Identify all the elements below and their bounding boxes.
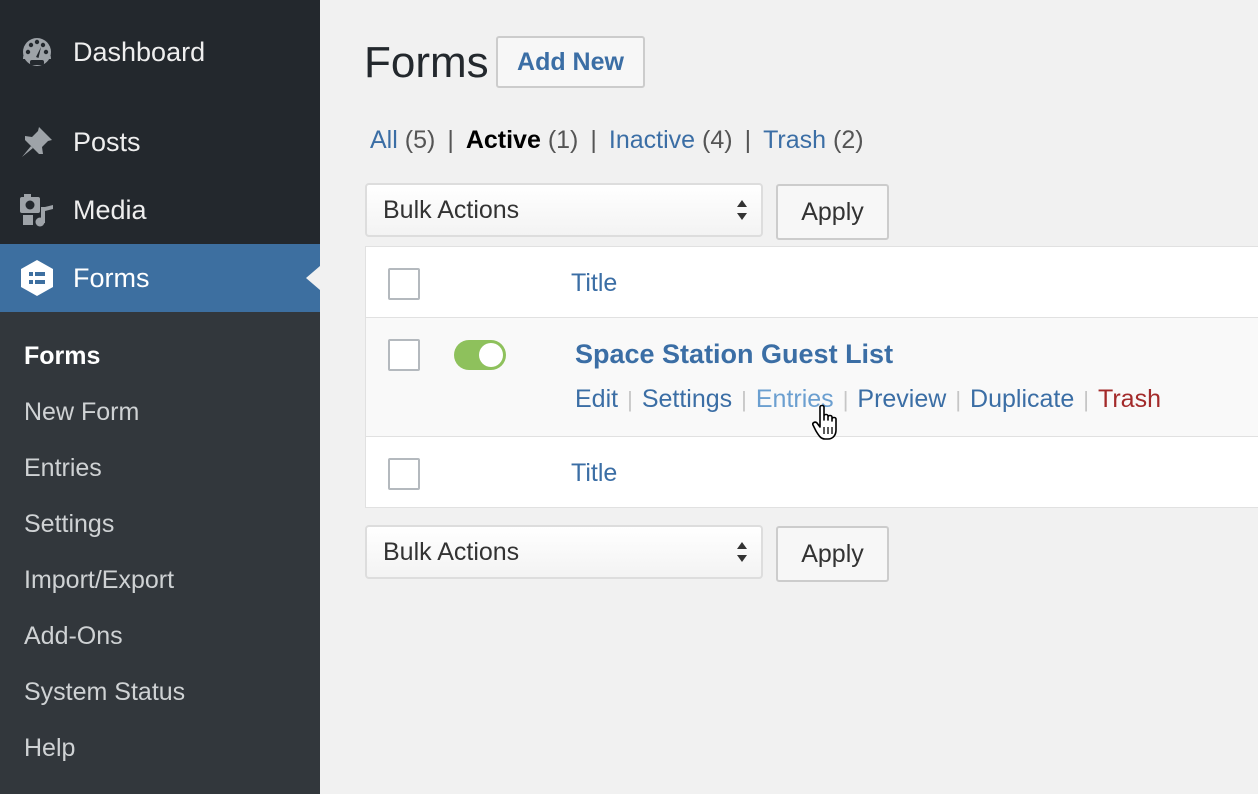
menu-item-forms[interactable]: Forms [0,244,320,312]
submenu-item-new-form[interactable]: New Form [24,398,139,427]
separator: | [744,126,752,154]
filter-label: Inactive [608,126,696,154]
trash-link[interactable]: Trash [1098,385,1161,413]
table-header-row: Title [366,247,1258,318]
submenu-item-help[interactable]: Help [24,734,75,763]
filter-count: (1) [547,126,579,154]
toggle-knob [479,343,503,367]
add-new-button[interactable]: Add New [496,36,645,88]
bulk-actions-value: Bulk Actions [383,195,520,224]
separator: | [627,387,633,412]
bulk-actions-select[interactable]: Bulk Actions [365,183,763,237]
filter-label: Active [465,126,541,154]
current-menu-arrow [306,266,320,290]
active-toggle[interactable] [454,340,506,370]
filter-active-link[interactable]: Active (1) [466,126,579,154]
forms-icon [18,259,56,297]
title-column-footer[interactable]: Title [571,459,617,488]
select-arrows-icon [737,542,747,562]
duplicate-link[interactable]: Duplicate [970,385,1074,413]
separator: | [1083,387,1089,412]
bulk-actions-value: Bulk Actions [383,537,520,566]
form-title-link[interactable]: Space Station Guest List [575,339,893,370]
separator: | [447,126,454,154]
select-all-checkbox[interactable] [388,268,420,300]
page-title: Forms [364,38,489,87]
row-checkbox[interactable] [388,339,420,371]
menu-item-posts[interactable]: Posts [0,108,320,176]
menu-item-label: Forms [73,262,150,293]
apply-button[interactable]: Apply [776,184,889,240]
filter-label: All [370,126,398,154]
preview-link[interactable]: Preview [857,385,946,413]
admin-sidebar: Dashboard Posts Media Forms Forms New Fo… [0,0,320,794]
bulk-actions-select-bottom[interactable]: Bulk Actions [365,525,763,579]
submenu-item-system-status[interactable]: System Status [24,678,185,707]
filter-inactive-link[interactable]: Inactive (4) [609,126,733,154]
submenu-item-add-ons[interactable]: Add-Ons [24,622,123,651]
filter-label: Trash [763,126,827,154]
submenu-item-entries[interactable]: Entries [24,454,102,483]
menu-item-label: Media [73,194,147,225]
dashboard-icon [18,33,56,71]
submenu-item-forms[interactable]: Forms [24,342,100,371]
menu-item-media[interactable]: Media [0,176,320,244]
menu-item-label: Dashboard [73,36,206,67]
filter-all-link[interactable]: All (5) [370,126,435,154]
status-filter-links: All (5) | Active (1) | Inactive (4) | Trash (2… [370,126,864,155]
apply-button-bottom[interactable]: Apply [776,526,889,582]
row-actions: Edit | Settings | Entries | Preview | Duplicate |… [575,385,1161,414]
hand-cursor-icon [812,404,837,440]
filter-count: (5) [404,126,436,154]
select-all-checkbox-footer[interactable] [388,458,420,490]
title-column-header[interactable]: Title [571,269,617,298]
submenu-item-import-export[interactable]: Import/Export [24,566,174,595]
menu-item-dashboard[interactable]: Dashboard [0,18,320,86]
edit-link[interactable]: Edit [575,385,618,413]
submenu-item-settings[interactable]: Settings [24,510,114,539]
filter-trash-link[interactable]: Trash (2) [763,126,864,154]
pin-icon [18,123,56,161]
forms-table: Title Space Station Guest List Edit | Sett… [365,246,1258,508]
select-arrows-icon [737,200,747,220]
separator: | [741,387,747,412]
forms-submenu: Forms New Form Entries Settings Import/E… [0,312,320,794]
table-footer-row: Title [366,437,1258,508]
filter-count: (4) [702,126,733,154]
menu-item-label: Posts [73,126,141,157]
media-icon [18,191,56,229]
separator: | [955,387,962,412]
filter-count: (2) [833,126,864,154]
separator: | [590,126,597,154]
settings-link[interactable]: Settings [642,385,732,413]
